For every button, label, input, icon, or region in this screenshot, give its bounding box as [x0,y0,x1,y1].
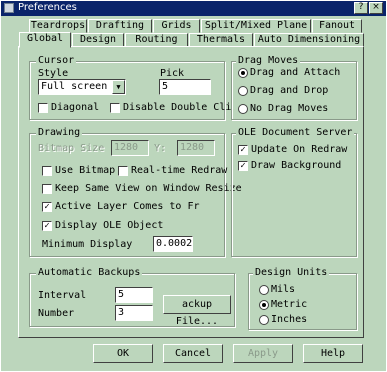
bitmap-y-input[interactable]: 1280 [177,140,215,156]
draw-background-checkbox[interactable]: ✓ [238,161,248,171]
drag-and-attach-radio[interactable] [238,68,248,78]
metric-radio[interactable] [259,300,269,310]
ole-server-legend: OLE Document Server [236,127,355,139]
keep-same-view-label: Keep Same View on Window Resize [55,183,242,194]
realtime-redraw-label: Real-time Redraw [131,165,228,176]
bitmap-y-label: Y: [154,143,167,154]
number-input[interactable]: 3 [115,305,153,321]
inches-radio[interactable] [259,315,269,325]
tab-fanout[interactable]: Fanout [312,19,362,33]
diagonal-label: Diagonal [51,102,100,113]
bitmap-x-input[interactable]: 1280 [111,140,149,156]
tab-teardrops[interactable]: Teardrops [29,19,87,33]
interval-label: Interval [38,290,87,301]
design-units-legend: Design Units [253,267,330,279]
active-layer-label: Active Layer Comes to Fr [55,201,200,212]
tab-routing[interactable]: Routing [125,33,188,47]
tab-split-mixed-plane[interactable]: Split/Mixed Plane [201,19,311,33]
use-bitmap-label: Use Bitmap [55,165,116,176]
bitmap-size-label: Bitmap Size [38,143,105,154]
chevron-down-icon[interactable]: ▼ [112,80,125,94]
tab-global[interactable]: Global [19,32,71,48]
disable-double-click-label: Disable Double Cli [123,102,232,113]
realtime-redraw-checkbox[interactable] [118,166,128,176]
minimum-display-input[interactable]: 0.0002 [153,236,193,252]
use-bitmap-checkbox[interactable] [42,166,52,176]
display-ole-checkbox[interactable]: ✓ [42,221,52,231]
backup-file-button[interactable]: ackup File... [163,295,231,327]
tab-drafting[interactable]: Drafting [88,19,152,33]
cursor-style-select[interactable]: Full screen ▼ [38,79,126,95]
drag-moves-legend: Drag Moves [236,55,301,67]
cursor-style-value: Full screen [41,81,108,92]
interval-input[interactable]: 5 [115,287,153,303]
tab-design[interactable]: Design [72,33,124,47]
update-on-redraw-checkbox[interactable]: ✓ [238,145,248,155]
help-button[interactable]: Help [303,344,363,363]
update-on-redraw-label: Update On Redraw [251,144,348,155]
display-ole-label: Display OLE Object [55,220,164,231]
ok-button[interactable]: OK [93,344,153,363]
mils-radio[interactable] [259,285,269,295]
no-drag-moves-radio[interactable] [238,104,248,114]
cancel-button[interactable]: Cancel [163,344,223,363]
drawing-legend: Drawing [36,127,83,139]
window-title: Preferences [18,2,77,13]
apply-button[interactable]: Apply [233,344,293,363]
app-icon [4,3,14,13]
minimum-display-label: Minimum Display [42,239,133,250]
draw-background-label: Draw Background [251,160,342,171]
title-bar[interactable]: Preferences ? × [1,1,386,16]
close-title-button[interactable]: × [369,2,383,14]
active-layer-checkbox[interactable]: ✓ [42,202,52,212]
mils-label: Mils [271,284,296,295]
drag-and-drop-label: Drag and Drop [250,85,329,96]
tab-grids[interactable]: Grids [153,19,200,33]
drag-and-drop-radio[interactable] [238,86,248,96]
keep-same-view-checkbox[interactable] [42,184,52,194]
drag-and-attach-label: Drag and Attach [250,67,341,78]
number-label: Number [38,308,75,319]
no-drag-moves-label: No Drag Moves [250,103,329,114]
help-title-button[interactable]: ? [354,2,368,14]
pick-input[interactable]: 5 [159,79,211,95]
cursor-legend: Cursor [36,55,77,67]
inches-label: Inches [271,314,308,325]
tab-thermals[interactable]: Thermals [189,33,253,47]
automatic-backups-legend: Automatic Backups [36,267,143,279]
disable-double-click-checkbox[interactable] [110,103,120,113]
tab-auto-dimensioning[interactable]: Auto Dimensioning [254,33,364,47]
metric-label: Metric [271,299,308,310]
preferences-dialog: Preferences ? × Teardrops Drafting Grids… [0,0,387,372]
diagonal-checkbox[interactable] [38,103,48,113]
